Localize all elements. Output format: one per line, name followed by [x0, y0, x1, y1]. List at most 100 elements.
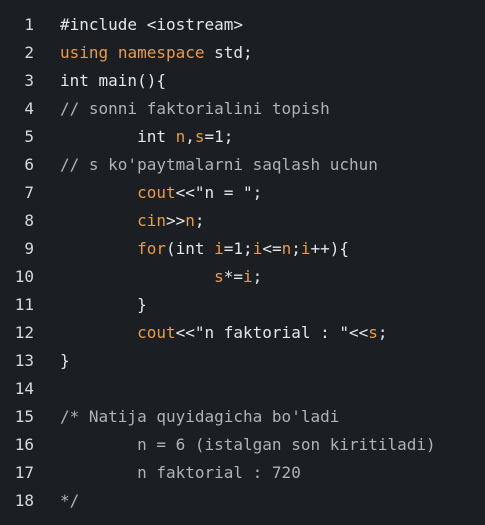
code-token: } [60, 295, 147, 314]
keyword-token: namespace [117, 43, 205, 62]
line-number: 16 [14, 435, 34, 454]
code-line[interactable]: 2 using namespace std; [0, 39, 485, 67]
code-token: *= [223, 267, 244, 286]
keyword-token: cin [137, 211, 166, 230]
comment-token: */ [60, 491, 80, 510]
code-text: s*=i; [60, 263, 262, 291]
identifier-token: s [368, 323, 378, 342]
code-line[interactable]: 11 } [0, 291, 485, 319]
identifier-token: n [185, 211, 195, 230]
code-token: #include <iostream> [60, 15, 244, 34]
code-text: /* Natija quyidagicha bo'ladi [60, 403, 339, 431]
line-number: 13 [14, 351, 34, 370]
line-number: 14 [14, 379, 34, 398]
identifier-token: s [214, 267, 224, 286]
code-text: for(int i=1;i<=n;i++){ [60, 235, 349, 263]
identifier-token: n [281, 239, 292, 258]
code-line[interactable]: 15 /* Natija quyidagicha bo'ladi [0, 403, 485, 431]
code-token: =1; [204, 127, 234, 146]
code-token: ; [194, 211, 205, 230]
code-text: cin>>n; [60, 207, 205, 235]
comment-token: // sonni faktorialini topish [60, 99, 330, 118]
code-line[interactable]: 12 cout<<"n faktorial : "<<s; [0, 319, 485, 347]
comment-token: // s ko'paytmalarni saqlash uchun [60, 155, 378, 174]
code-editor[interactable]: 1 #include <iostream> 2 using namespace std… [0, 0, 485, 525]
code-text: int n,s=1; [60, 123, 233, 151]
code-token: int [60, 127, 176, 146]
code-text: // sonni faktorialini topish [60, 95, 330, 123]
code-text: cout<<"n faktorial : "<<s; [60, 319, 388, 347]
code-token: =1; [223, 239, 253, 258]
code-line[interactable]: 3 int main(){ [0, 67, 485, 95]
code-token: <<"n = "; [175, 183, 263, 202]
line-number: 8 [24, 211, 34, 230]
code-line[interactable]: 13} [0, 347, 485, 375]
code-line[interactable]: 18 */ [0, 487, 485, 515]
line-number: 10 [14, 267, 34, 286]
code-token: >> [165, 211, 186, 230]
code-line[interactable]: 4 // sonni faktorialini topish [0, 95, 485, 123]
code-token: std; [204, 43, 253, 62]
code-token: ++){ [310, 239, 350, 258]
identifier-token: i [243, 267, 253, 286]
code-line[interactable]: 9 for(int i=1;i<=n;i++){ [0, 235, 485, 263]
code-line[interactable]: 16 n = 6 (istalgan son kiritiladi) [0, 431, 485, 459]
code-token: int main(){ [60, 71, 166, 90]
code-token: <<"n faktorial : "<< [175, 323, 369, 342]
code-token: , [185, 127, 195, 146]
code-token: <= [262, 239, 282, 258]
line-number: 17 [14, 463, 34, 482]
comment-token: /* Natija quyidagicha bo'ladi [60, 407, 340, 426]
code-line[interactable]: 17 n faktorial : 720 [0, 459, 485, 487]
line-number: 18 [14, 491, 34, 510]
code-line[interactable]: 8 cin>>n; [0, 207, 485, 235]
code-token: ; [377, 323, 388, 342]
comment-token: n = 6 (istalgan son kiritiladi) [60, 435, 436, 454]
line-number: 4 [24, 99, 34, 118]
line-number: 6 [24, 155, 34, 174]
code-text: n faktorial : 720 [60, 459, 301, 487]
code-text: int main(){ [60, 67, 166, 95]
keyword-token: for [137, 239, 166, 258]
code-text: } [60, 291, 147, 319]
keyword-token: using [60, 43, 109, 62]
code-line[interactable]: 5 int n,s=1; [0, 123, 485, 151]
identifier-token: n [175, 127, 186, 146]
code-line[interactable]: 10 s*=i; [0, 263, 485, 291]
identifier-token: i [252, 239, 263, 258]
identifier-token: i [214, 239, 224, 258]
identifier-token: s [194, 127, 205, 146]
code-token: (int [165, 239, 215, 258]
comment-token: n faktorial : 720 [60, 463, 301, 482]
code-text: // s ko'paytmalarni saqlash uchun [60, 151, 378, 179]
code-text: } [60, 347, 70, 375]
code-text: n = 6 (istalgan son kiritiladi) [60, 431, 436, 459]
code-line[interactable]: 1 #include <iostream> [0, 11, 485, 39]
line-number: 11 [14, 295, 34, 314]
code-text: cout<<"n = "; [60, 179, 262, 207]
line-number: 5 [24, 127, 34, 146]
keyword-token: cout [137, 323, 176, 342]
line-number: 7 [24, 183, 34, 202]
code-line[interactable]: 14 [0, 375, 485, 403]
code-line[interactable]: 7 cout<<"n = "; [0, 179, 485, 207]
line-number: 12 [14, 323, 34, 342]
code-text: using namespace std; [60, 39, 253, 67]
line-number: 1 [24, 15, 34, 34]
code-token: ; [252, 267, 263, 286]
code-text: */ [60, 487, 79, 515]
line-number: 2 [24, 43, 34, 62]
code-token: } [60, 351, 70, 370]
keyword-token: cout [137, 183, 176, 202]
line-number: 3 [24, 71, 34, 90]
code-token: ; [291, 239, 301, 258]
identifier-token: i [300, 239, 311, 258]
code-text: #include <iostream> [60, 11, 243, 39]
code-line[interactable]: 6 // s ko'paytmalarni saqlash uchun [0, 151, 485, 179]
